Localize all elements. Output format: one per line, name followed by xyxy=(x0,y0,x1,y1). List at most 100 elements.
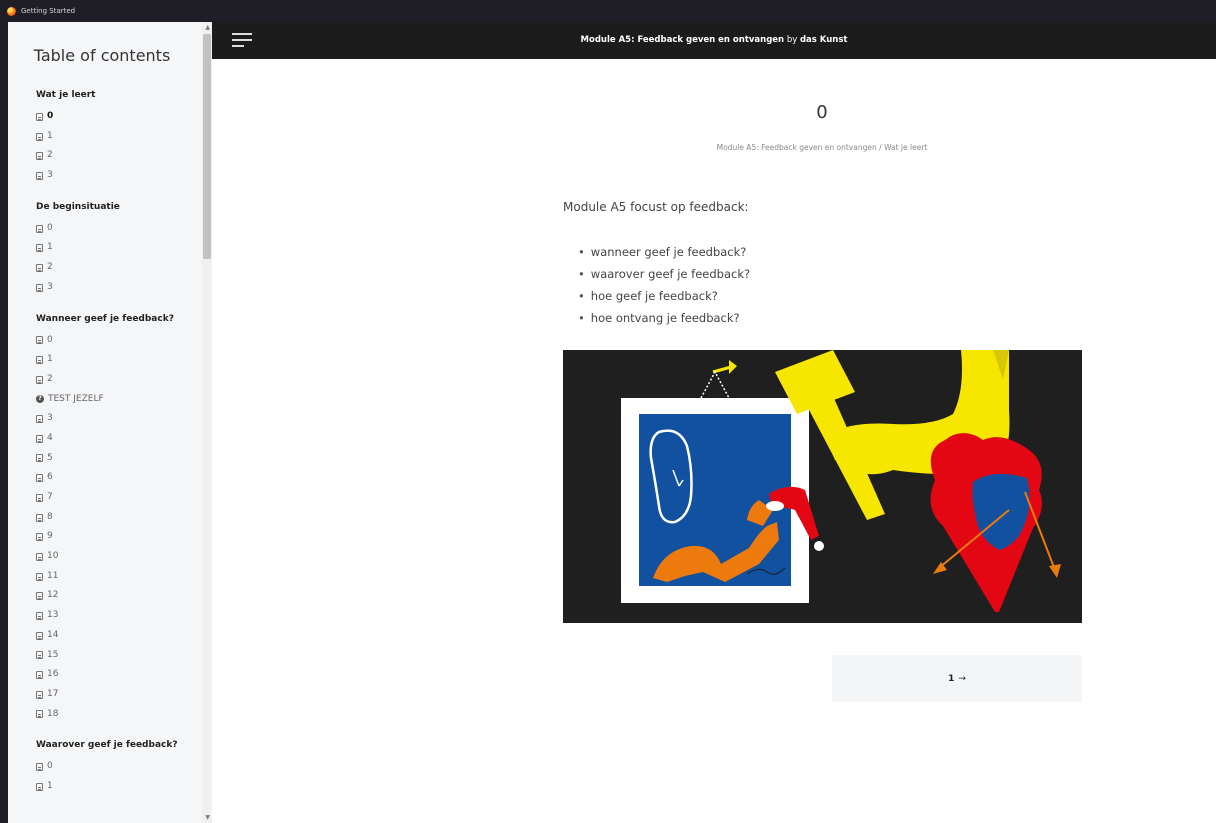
breadcrumb-module-link[interactable]: Module A5: Feedback geven en ontvangen xyxy=(717,143,877,152)
bullet-item: hoe geef je feedback? xyxy=(578,285,750,307)
toc-item[interactable]: 10 xyxy=(36,547,202,567)
page-header: Module A5: Feedback geven en ontvangen b… xyxy=(212,22,1216,59)
toc-title: Table of contents xyxy=(33,46,171,65)
toc-item[interactable]: 3 xyxy=(36,409,202,429)
toc-item[interactable]: 15 xyxy=(36,646,202,666)
toc-item[interactable]: 1 xyxy=(36,350,202,370)
document-icon xyxy=(36,710,43,719)
breadcrumb-separator: / xyxy=(879,143,882,152)
toc-item-label: 3 xyxy=(47,170,53,181)
toc-item[interactable]: 1 xyxy=(36,777,202,797)
document-icon xyxy=(36,224,43,233)
document-icon xyxy=(36,336,43,345)
firefox-icon xyxy=(7,6,16,16)
toc-item[interactable]: 16 xyxy=(36,665,202,685)
toc-item[interactable]: 3 xyxy=(36,166,202,186)
toc-item-label: 3 xyxy=(47,413,53,424)
toc-item[interactable]: 5 xyxy=(36,449,202,469)
toc-item-label: 18 xyxy=(47,708,59,719)
toc-item-label: 0 xyxy=(47,111,54,121)
document-icon xyxy=(36,552,43,561)
toc-item-label: 10 xyxy=(47,551,59,562)
arrow-right-icon: → xyxy=(958,673,966,684)
document-icon xyxy=(36,631,43,640)
document-icon xyxy=(36,415,43,424)
sidebar-scrollbar[interactable]: ▲ ▼ xyxy=(202,22,212,823)
toc-item[interactable]: 0 xyxy=(36,331,202,351)
toc-item[interactable]: 0 xyxy=(36,219,202,239)
toc-item[interactable]: 1 xyxy=(36,127,202,147)
next-page-button[interactable]: 1 → xyxy=(832,655,1082,702)
toc-item[interactable]: 2 xyxy=(36,146,202,166)
toc-item[interactable]: 0 xyxy=(36,757,202,777)
toc-item-label: 2 xyxy=(47,150,53,161)
toc-item[interactable]: 2 xyxy=(36,370,202,390)
toc-item[interactable]: 7 xyxy=(36,488,202,508)
document-icon xyxy=(36,592,43,601)
toc-item-label: 3 xyxy=(47,281,53,292)
toc-section-title: De beginsituatie xyxy=(36,201,120,212)
window-edge xyxy=(0,22,8,823)
toc-item-label: 5 xyxy=(47,452,53,463)
toc-item-label: 16 xyxy=(47,669,59,680)
document-icon xyxy=(36,132,43,141)
window-titlebar: Getting Started xyxy=(0,0,1216,22)
document-icon xyxy=(36,611,43,620)
module-illustration xyxy=(563,350,1082,623)
toc-item-label: 7 xyxy=(47,492,53,502)
toc-item-label: 1 xyxy=(47,130,53,141)
bullet-item: hoe ontvang je feedback? xyxy=(578,307,750,329)
document-icon xyxy=(36,375,43,384)
toc-item[interactable]: 0 xyxy=(36,107,202,127)
toc-item-label: 4 xyxy=(47,432,53,443)
toc-item-label: 11 xyxy=(47,570,59,581)
toc-item[interactable]: 8 xyxy=(36,508,202,528)
sidebar: Table of contents Wat je leert 0 1 2 3 De beg… xyxy=(8,22,212,823)
document-icon xyxy=(36,474,43,483)
toc-item[interactable]: 2 xyxy=(36,258,202,278)
toc-item[interactable]: 14 xyxy=(36,626,202,646)
scrollbar-thumb[interactable] xyxy=(203,34,211,259)
document-icon xyxy=(36,572,43,581)
breadcrumb: Module A5: Feedback geven en ontvangen /… xyxy=(600,143,1044,152)
bullet-list: wanneer geef je feedback? waarover geef … xyxy=(578,241,750,329)
scroll-down-icon[interactable]: ▼ xyxy=(205,814,210,821)
toc-list: Wat je leert 0 1 2 3 De beginsituatie 0 1 2 3 Wann… xyxy=(36,86,202,797)
toc-item[interactable]: 11 xyxy=(36,567,202,587)
author-name: das Kunst xyxy=(799,35,848,45)
question-icon: ? xyxy=(36,395,44,404)
illustration-svg xyxy=(563,350,1082,623)
toc-item-label: 12 xyxy=(47,590,59,601)
next-page-number: 1 xyxy=(948,673,955,684)
document-icon xyxy=(36,651,43,660)
toc-item[interactable]: 6 xyxy=(36,468,202,488)
scroll-up-icon[interactable]: ▲ xyxy=(205,24,210,31)
toc-item[interactable]: 9 xyxy=(36,527,202,547)
document-icon xyxy=(36,513,43,522)
document-icon xyxy=(36,690,43,699)
document-icon xyxy=(36,112,43,121)
document-icon xyxy=(36,244,43,253)
document-icon xyxy=(36,763,43,772)
toc-section-title: Waarover geef je feedback? xyxy=(36,740,178,751)
toc-item-label: 15 xyxy=(47,649,59,660)
toc-item-label: 0 xyxy=(47,761,53,772)
bullet-item: waarover geef je feedback? xyxy=(578,263,750,285)
module-title: Module A5: Feedback geven en ontvangen xyxy=(580,35,785,45)
toc-item[interactable]: 3 xyxy=(36,278,202,298)
toc-item-label: 6 xyxy=(47,472,53,483)
toc-item[interactable]: 18 xyxy=(36,705,202,725)
toc-item-label: 14 xyxy=(47,629,59,640)
document-icon xyxy=(36,782,43,791)
by-text: by xyxy=(786,35,798,45)
document-icon xyxy=(36,171,43,180)
toc-item[interactable]: 17 xyxy=(36,685,202,705)
toc-item[interactable]: ? TEST JEZELF xyxy=(36,390,202,410)
toc-item[interactable]: 12 xyxy=(36,586,202,606)
toc-item[interactable]: 13 xyxy=(36,606,202,626)
toc-item-label: TEST JEZELF xyxy=(48,393,104,404)
toc-item[interactable]: 4 xyxy=(36,429,202,449)
toc-item[interactable]: 1 xyxy=(36,238,202,258)
breadcrumb-section-link[interactable]: Wat je leert xyxy=(884,143,927,152)
toc-item-label: 0 xyxy=(47,222,53,233)
